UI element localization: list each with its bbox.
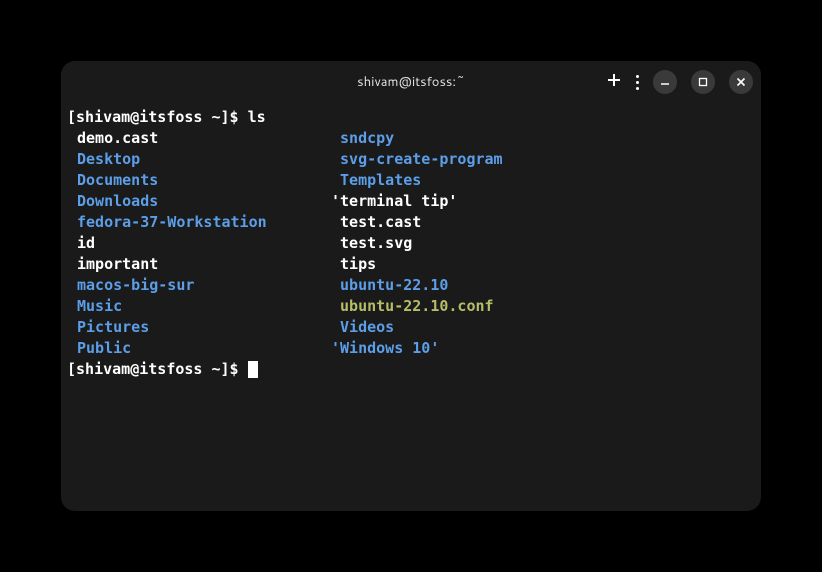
prompt-at: @ [130,108,139,126]
ls-entry: sndcpy [331,128,755,149]
prompt-space [202,108,211,126]
ls-entry: test.cast [331,212,755,233]
prompt-space [202,360,211,378]
ls-entry: Documents [67,170,331,191]
ls-entry: id [67,233,331,254]
prompt-path: ~ [212,108,221,126]
ls-entry: 'terminal tip' [331,191,755,212]
prompt-close-bracket: ]$ [221,360,248,378]
kebab-dot-icon [636,87,639,90]
ls-entry: Videos [331,317,755,338]
ls-item: svg-create-program [331,150,503,168]
close-button[interactable] [729,70,753,94]
ls-row: Music ubuntu-22.10.conf [67,296,755,317]
ls-item: test.cast [331,213,421,231]
prompt-open-bracket: [ [67,108,76,126]
ls-entry: Public [67,338,331,359]
ls-entry: important [67,254,331,275]
ls-item: test.svg [331,234,412,252]
terminal-window: shivam@itsfoss:~ [61,61,761,511]
ls-item: Music [77,297,122,315]
ls-item: Pictures [77,318,149,336]
ls-row: Public 'Windows 10' [67,338,755,359]
ls-entry: Templates [331,170,755,191]
ls-entry: demo.cast [67,128,331,149]
ls-item: ubuntu-22.10 [331,276,448,294]
ls-item: id [77,234,95,252]
ls-row: Desktop svg-create-program [67,149,755,170]
prompt-user: shivam [76,360,130,378]
menu-button[interactable] [636,75,639,90]
titlebar: shivam@itsfoss:~ [61,61,761,103]
ls-entry: svg-create-program [331,149,755,170]
minimize-icon [660,77,670,87]
ls-item: ubuntu-22.10.conf [331,297,494,315]
ls-row: Documents Templates [67,170,755,191]
prompt-at: @ [130,360,139,378]
plus-icon [606,72,622,88]
ls-entry: ubuntu-22.10 [331,275,755,296]
ls-item: tips [331,255,376,273]
prompt-close-bracket: ]$ [221,108,248,126]
ls-entry: tips [331,254,755,275]
ls-entry: Music [67,296,331,317]
ls-entry: Pictures [67,317,331,338]
ls-item: Downloads [77,192,158,210]
maximize-button[interactable] [691,70,715,94]
close-icon [736,77,746,87]
window-title: shivam@itsfoss:~ [357,73,465,91]
window-controls [606,70,753,94]
ls-item: Videos [331,318,394,336]
ls-item: macos-big-sur [77,276,194,294]
minimize-button[interactable] [653,70,677,94]
kebab-dot-icon [636,75,639,78]
new-tab-button[interactable] [606,72,622,93]
ls-item: Public [77,339,131,357]
ls-entry: test.svg [331,233,755,254]
ls-item: sndcpy [331,129,394,147]
ls-entry: ubuntu-22.10.conf [331,296,755,317]
prompt-host: itsfoss [139,108,202,126]
ls-row: id test.svg [67,233,755,254]
ls-item: Documents [77,171,158,189]
ls-entry: macos-big-sur [67,275,331,296]
ls-item: Desktop [77,150,140,168]
ls-output: demo.cast sndcpyDesktop svg-create-progr… [67,128,755,359]
prompt-user: shivam [76,108,130,126]
ls-item: 'terminal tip' [331,192,457,210]
ls-row: Downloads 'terminal tip' [67,191,755,212]
prompt-host: itsfoss [139,360,202,378]
ls-item: important [77,255,158,273]
ls-item: 'Windows 10' [331,339,439,357]
ls-row: fedora-37-Workstation test.cast [67,212,755,233]
cursor [248,361,258,378]
maximize-icon [698,77,708,87]
ls-entry: fedora-37-Workstation [67,212,331,233]
ls-entry: Downloads [67,191,331,212]
ls-entry: 'Windows 10' [331,338,755,359]
command-text: ls [248,108,266,126]
prompt-path: ~ [212,360,221,378]
terminal-body[interactable]: [shivam@itsfoss ~]$ ls demo.cast sndcpyD… [61,103,761,511]
kebab-dot-icon [636,81,639,84]
ls-row: macos-big-sur ubuntu-22.10 [67,275,755,296]
ls-row: important tips [67,254,755,275]
ls-row: demo.cast sndcpy [67,128,755,149]
ls-entry: Desktop [67,149,331,170]
ls-item: fedora-37-Workstation [77,213,267,231]
ls-row: Pictures Videos [67,317,755,338]
prompt-open-bracket: [ [67,360,76,378]
ls-item: Templates [331,171,421,189]
ls-item: demo.cast [77,129,158,147]
